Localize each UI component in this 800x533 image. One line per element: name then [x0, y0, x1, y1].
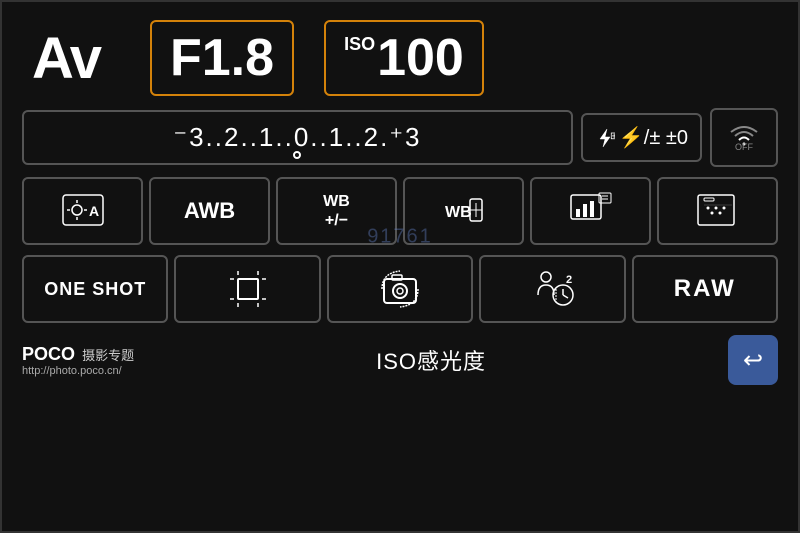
- awb-label: AWB: [184, 198, 235, 224]
- af-mode-cell[interactable]: ONE SHOT: [22, 255, 168, 323]
- flash-icon: ⊞: [595, 127, 615, 149]
- white-balance-cell[interactable]: AWB: [149, 177, 270, 245]
- wb-bracket-icon: WB: [442, 191, 486, 229]
- brand-name: POCO: [22, 344, 75, 364]
- aperture-value[interactable]: F1.8: [150, 20, 294, 96]
- flash-comp-box[interactable]: ⊞ ⚡/± ±0: [581, 113, 702, 162]
- picture-style-cell[interactable]: [530, 177, 651, 245]
- svg-text:A: A: [89, 203, 99, 219]
- image-quality-cell[interactable]: RAW: [632, 255, 778, 323]
- svg-text:⊞: ⊞: [610, 131, 615, 142]
- website-url: http://photo.poco.cn/: [22, 365, 122, 377]
- exposure-marker: [293, 151, 301, 159]
- brand-sub: 摄影专题: [82, 348, 134, 363]
- af-area-cell[interactable]: [174, 255, 320, 323]
- af-area-icon: [226, 267, 270, 311]
- icon-grid-row1: A AWB WB+/− WB: [2, 171, 798, 251]
- iso-footer-label: ISO感光度: [376, 344, 486, 376]
- picture-style-icon: [569, 191, 613, 229]
- icon-grid-row2: ONE SHOT: [2, 255, 798, 323]
- af-point-icon: [696, 191, 740, 229]
- metering-mode-cell[interactable]: A: [22, 177, 143, 245]
- exposure-row: ⁻3..2..1..0..1..2.⁺3 ⊞ ⚡/± ±0 OFF: [2, 108, 798, 167]
- exposure-scale-text: ⁻3..2..1..0..1..2.⁺3: [173, 122, 421, 152]
- svg-text:2: 2: [566, 274, 572, 286]
- self-timer-cell[interactable]: 2: [479, 255, 625, 323]
- iso-value: 100: [377, 28, 464, 88]
- brand-info: POCO 摄影专题 http://photo.poco.cn/: [22, 344, 134, 377]
- flash-comp-value: ⚡/± ±0: [619, 125, 688, 150]
- image-quality-label: RAW: [674, 275, 736, 303]
- top-row: Av F1.8 ISO 100: [2, 2, 798, 106]
- wb-label: WB+/−: [323, 192, 350, 230]
- self-timer-icon: 2: [528, 267, 576, 311]
- wb-shift-cell[interactable]: WB+/−: [276, 177, 397, 245]
- back-button[interactable]: ↩: [728, 335, 778, 385]
- svg-text:OFF: OFF: [735, 142, 753, 150]
- mode-label: Av: [32, 25, 100, 92]
- iso-box[interactable]: ISO 100: [324, 20, 484, 96]
- wifi-status-box[interactable]: OFF: [710, 108, 778, 167]
- svg-text:WB: WB: [445, 204, 472, 221]
- af-mode-label: ONE SHOT: [44, 279, 146, 300]
- drive-mode-cell[interactable]: [327, 255, 473, 323]
- iso-prefix: ISO: [344, 34, 375, 55]
- exposure-scale[interactable]: ⁻3..2..1..0..1..2.⁺3: [22, 110, 573, 165]
- drive-mode-icon: [378, 267, 422, 311]
- af-point-cell[interactable]: [657, 177, 778, 245]
- camera-screen: Av F1.8 ISO 100 ⁻3..2..1..0..1..2.⁺3 ⊞ ⚡…: [0, 0, 800, 533]
- metering-icon: A: [61, 191, 105, 229]
- back-icon: ↩: [743, 346, 763, 375]
- wb-bracket-cell[interactable]: WB: [403, 177, 524, 245]
- status-bar: POCO 摄影专题 http://photo.poco.cn/ ISO感光度 ↩: [2, 327, 798, 389]
- wifi-icon: OFF: [726, 120, 762, 155]
